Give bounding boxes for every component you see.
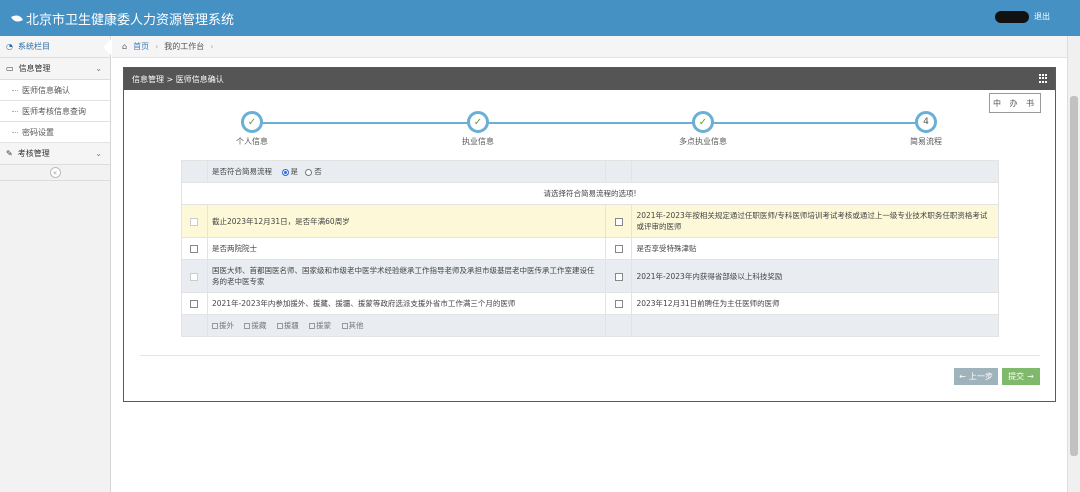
step-number: 4 bbox=[915, 111, 937, 133]
app-brand: 北京市卫生健康委人力资源管理系统 bbox=[11, 9, 235, 28]
criteria-left-3: 国医大师、首都国医名师、国家级和市级老中医学术经验继承工作指导老师及承担市级基层… bbox=[206, 259, 607, 293]
table-row: 援外 援藏 援疆 援蒙 其他 bbox=[181, 314, 999, 337]
criteria-right-3: 2021年-2023年内获得省部级以上科技奖励 bbox=[631, 259, 999, 293]
sidebar-menu-label: 考核管理 bbox=[17, 149, 50, 158]
checkbox-icon bbox=[309, 323, 316, 329]
aid-option[interactable]: 援疆 bbox=[276, 321, 299, 330]
checkbox-right-2[interactable] bbox=[614, 245, 623, 253]
breadcrumb-separator: › bbox=[210, 42, 214, 51]
criteria-right-2: 是否享受特殊津贴 bbox=[631, 237, 999, 260]
arrow-left-icon: ← bbox=[959, 372, 966, 381]
progress-line bbox=[252, 122, 926, 124]
step-1: ✓ 个人信息 bbox=[212, 111, 292, 147]
criteria-right-4: 2023年12月31日前聘任为主任医师的医师 bbox=[631, 292, 999, 315]
checkbox-icon bbox=[211, 323, 218, 329]
sidebar: ◔ 系统栏目 ▭ 信息管理 ⌄ 医师信息确认 医师考核信息查询 密码设置 ✎ 考… bbox=[0, 36, 111, 492]
breadcrumb-home[interactable]: 首页 bbox=[133, 41, 149, 52]
checkbox-left-2[interactable] bbox=[190, 245, 199, 253]
breadcrumb: ⌂ 首页 › 我的工作台 › bbox=[112, 36, 1067, 58]
collapse-icon[interactable]: « bbox=[49, 167, 61, 178]
step-label: 个人信息 bbox=[236, 137, 268, 146]
sidebar-item-confirm[interactable]: 医师信息确认 bbox=[0, 80, 110, 101]
breadcrumb-current: 我的工作台 bbox=[164, 42, 205, 51]
criteria-right-1: 2021年-2023年按相关规定通过任职医师/专科医师培训考试考核或通过上一级专… bbox=[631, 204, 999, 238]
radio-no[interactable] bbox=[305, 168, 313, 176]
scrollbar-thumb[interactable] bbox=[1070, 96, 1078, 456]
check-icon: ✓ bbox=[467, 111, 489, 133]
sidebar-menu-label: 信息管理 bbox=[18, 64, 51, 73]
monitor-icon: ▭ bbox=[6, 64, 14, 73]
sidebar-item-password[interactable]: 密码设置 bbox=[0, 122, 110, 143]
aid-option[interactable]: 援外 bbox=[211, 321, 234, 330]
checkbox-left-3[interactable] bbox=[190, 272, 199, 281]
table-row: 是否两院院士 是否享受特殊津贴 bbox=[181, 237, 999, 260]
question-label: 是否符合简易流程 bbox=[211, 167, 272, 176]
sidebar-menu-info[interactable]: ▭ 信息管理 ⌄ bbox=[0, 58, 110, 80]
sidebar-item-query[interactable]: 医师考核信息查询 bbox=[0, 101, 110, 122]
panel-header: 信息管理 > 医师信息确认 bbox=[124, 68, 1055, 90]
aid-option[interactable]: 援藏 bbox=[244, 321, 266, 330]
breadcrumb-separator: › bbox=[155, 42, 159, 51]
step-3: ✓ 多点执业信息 bbox=[663, 111, 743, 147]
aid-option[interactable]: 其他 bbox=[341, 321, 364, 330]
table-row: 是否符合简易流程 是 否 bbox=[181, 160, 999, 183]
home-icon: ⌂ bbox=[122, 42, 128, 51]
warning-text: 请选择符合简易流程的选项! bbox=[181, 182, 999, 205]
step-label: 多点执业信息 bbox=[679, 137, 727, 146]
sidebar-header-label: 系统栏目 bbox=[17, 42, 50, 51]
checkbox-left-4[interactable] bbox=[190, 300, 199, 308]
sidebar-menu-exam[interactable]: ✎ 考核管理 ⌄ bbox=[0, 143, 110, 165]
sidebar-collapse: « bbox=[0, 165, 110, 181]
checkbox-right-3[interactable] bbox=[614, 272, 623, 281]
logout-link[interactable]: 退出 bbox=[1034, 11, 1050, 22]
submit-button[interactable]: 提交 → bbox=[1002, 368, 1040, 385]
radio-yes[interactable] bbox=[281, 168, 289, 176]
check-icon: ✓ bbox=[692, 111, 714, 133]
submit-button-label: 提交 bbox=[1008, 372, 1025, 381]
top-bar: 北京市卫生健康委人力资源管理系统 退出 bbox=[0, 0, 1080, 36]
chevron-down-icon: ⌄ bbox=[95, 64, 102, 73]
checkbox-right-4[interactable] bbox=[614, 300, 623, 308]
radio-no-label: 否 bbox=[314, 167, 322, 176]
aid-options-cell: 援外 援藏 援疆 援蒙 其他 bbox=[206, 314, 607, 337]
sidebar-header: ◔ 系统栏目 bbox=[0, 36, 111, 58]
criteria-left-4: 2021年-2023年内参加援外、援藏、援疆、援蒙等政府选派支援外省市工作满三个… bbox=[206, 292, 607, 315]
panel-title: 信息管理 > 医师信息确认 bbox=[132, 74, 224, 84]
active-caret-icon bbox=[103, 39, 111, 55]
checkbox-icon bbox=[341, 323, 348, 329]
edit-icon: ✎ bbox=[6, 149, 13, 158]
user-avatar[interactable] bbox=[995, 11, 1029, 23]
progress-steps: ✓ 个人信息 ✓ 执业信息 ✓ 多点执业信息 4 简易流程 bbox=[124, 108, 1057, 158]
arrow-right-icon: → bbox=[1027, 372, 1034, 381]
radio-yes-label: 是 bbox=[290, 167, 299, 176]
checkbox-left-1[interactable] bbox=[190, 217, 199, 226]
checkbox-icon bbox=[244, 323, 251, 329]
prev-button[interactable]: ← 上一步 bbox=[954, 368, 998, 385]
criteria-left-1: 截止2023年12月31日，是否年满60周岁 bbox=[206, 204, 607, 238]
step-label: 简易流程 bbox=[910, 137, 942, 146]
leaf-logo-icon bbox=[11, 13, 23, 24]
main-panel: 信息管理 > 医师信息确认 中 办 书 ✓ 个人信息 ✓ 执业信息 ✓ 多点执业… bbox=[123, 67, 1056, 402]
grid-icon[interactable] bbox=[1039, 74, 1048, 83]
table-row: 请选择符合简易流程的选项! bbox=[181, 182, 999, 205]
table-row: 2021年-2023年内参加援外、援藏、援疆、援蒙等政府选派支援外省市工作满三个… bbox=[181, 292, 999, 315]
chevron-down-icon: ⌄ bbox=[95, 149, 102, 158]
criteria-table: 是否符合简易流程 是 否 请选择符合简易流程的选项! 截止2023年12月31日… bbox=[181, 160, 999, 337]
step-4: 4 简易流程 bbox=[886, 111, 966, 147]
vertical-scrollbar[interactable] bbox=[1067, 36, 1080, 492]
aid-option[interactable]: 援蒙 bbox=[309, 321, 331, 330]
step-label: 执业信息 bbox=[462, 137, 494, 146]
dashboard-icon: ◔ bbox=[6, 42, 13, 51]
checkbox-icon bbox=[276, 323, 283, 329]
criteria-left-2: 是否两院院士 bbox=[206, 237, 607, 260]
step-2: ✓ 执业信息 bbox=[438, 111, 518, 147]
table-row: 国医大师、首都国医名师、国家级和市级老中医学术经验继承工作指导老师及承担市级基层… bbox=[181, 259, 999, 293]
prev-button-label: 上一步 bbox=[968, 372, 993, 381]
check-icon: ✓ bbox=[241, 111, 263, 133]
app-title: 北京市卫生健康委人力资源管理系统 bbox=[26, 13, 235, 28]
divider bbox=[140, 355, 1040, 356]
table-row: 截止2023年12月31日，是否年满60周岁 2021年-2023年按相关规定通… bbox=[181, 204, 999, 238]
question-cell: 是否符合简易流程 是 否 bbox=[206, 160, 607, 183]
checkbox-right-1[interactable] bbox=[614, 217, 623, 226]
